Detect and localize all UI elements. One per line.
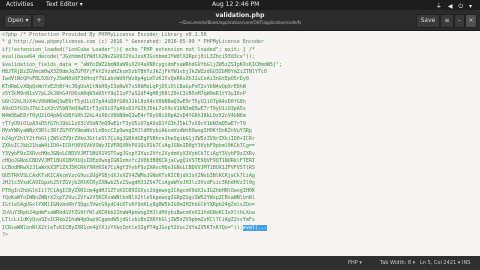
code-line[interactable]: cHQoJGNoLCBDVVJMT1BUX1BPU1QsIDEpOwogIGN1… (2, 158, 282, 165)
code-line[interactable]: ICRsaWNlbnNlX2tleTsKICByZXR1cm4gYXJyYXko… (2, 224, 282, 232)
close-icon[interactable]: × (465, 14, 477, 28)
code-line-text: * @ http://www.phpmylicense.com (c) 2016… (2, 39, 264, 46)
code-line[interactable]: ZnVuY3Rpb24gdmFsaWRhdGVfZG9tYWluKCRkb21h… (2, 210, 282, 217)
app-menu[interactable]: Text Editor ▾ (46, 1, 83, 8)
code-line-text: ?> (2, 231, 9, 238)
cursor-position[interactable]: Ln 5, Col 2421 ▾ (420, 260, 460, 266)
code-line-text: ZXksICJkb21haW4iID0+ICRfU0VSVkVSWyJIVFRQ… (2, 143, 255, 150)
code-text[interactable]: <?php /* Protection Provided By PHPMyLic… (2, 32, 282, 239)
code-line[interactable]: N4mQ6wE8rT0yU2iO4pA6sD8fG0hJ2kL4zX6cV8bN… (2, 113, 282, 120)
code-line-text: N4mQ6wE8rT0yU2iO4pA6sD8fG0hJ2kL4zX6cV8bN… (2, 113, 246, 120)
code-line-text: PT0gInZhbGlkIil7CiAgICByZXR1cm4gdHJ1ZTsK… (2, 187, 255, 194)
code-line[interactable]: G6hJ2kL8zX4cV0bN6mQ3wE9rT5yU1iO7pA4sD0fG… (2, 99, 282, 106)
code-line-text: ZnVuY3Rpb24gdmFsaWRhdGVfZG9tYWluKCRkb21h… (2, 209, 255, 216)
code-line-text: JHJlc3VsdCA9IGpzb25fZGVjb2RlKCRyZXNwb25z… (2, 180, 255, 187)
top-panel: Activities Text Editor ▾ Aug 12 2:46 PM … (0, 0, 480, 10)
save-button[interactable]: Save (416, 14, 440, 28)
selection-highlight[interactable]: eval(... (242, 224, 267, 231)
code-line-text: A9sD3fG5hJ7kL1zX3cV5bN7mQ9wE1rT3yU5iO7pA… (2, 106, 246, 113)
code-line-text: LTlcLi1dKyQvaSIsICRkb21haW4pOwp9CgpmdW5j… (2, 217, 255, 224)
language-selector[interactable]: PHP ▾ (348, 260, 362, 266)
code-line-text: IGtleS4gUGxlYXNlIGNvbnRhY3Qgc3VwcG9ydC4i… (2, 202, 255, 209)
code-line[interactable]: LTlcLi1dKyQvaSIsICRkb21haW4pOwp9CgpmdW5j… (2, 217, 282, 224)
code-line[interactable]: if(!extension_loaded("ionCube Loader")){… (2, 47, 282, 54)
code-line[interactable]: z5Y3cM9nB1xV7pL2kJ8hG4fD6sA0qW3eR5tY9uI1… (2, 91, 282, 98)
code-line[interactable]: IGtleS4gUGxlYXNlIGNvbnRhY3Qgc3VwcG9ydC4i… (2, 202, 282, 209)
code-line[interactable]: * @ http://www.phpmylicense.com (c) 2016… (2, 39, 282, 46)
code-line-text: G6hJ2kL8zX4cV0bN6mQ3wE9rT5yU1iO7pA4sD0fG… (2, 98, 246, 105)
code-line-text: QU5TRkVSLCAxKTsKICAkcmVzcG9uc2UgPSBjdXJs… (2, 172, 255, 179)
code-line-text: if(!extension_loaded("ionCube Loader")){… (2, 46, 255, 53)
code-line[interactable]: A9sD3fG5hJ7kL1zX3cV5bN7mQ9wE1rT3yU5iO7pA… (2, 106, 282, 113)
code-line-text: LCBodHRwX2J1aWxkX3F1ZXJ5KCRkYXRhKSk7CiAg… (2, 165, 255, 172)
code-line[interactable]: <?php /* Protection Provided By PHPMyLic… (2, 32, 282, 39)
file-path: ~/Documents/Blank/application/core/OHT/a… (178, 20, 302, 25)
code-line[interactable]: Y3VybF9zZXRvcHQoJGNoLCBDVVJMT1BUX1VSTCwg… (2, 151, 282, 158)
insert-mode[interactable]: INS (462, 260, 470, 266)
header-bar: Open ▾ + validation.php ~/Documents/Blan… (0, 10, 480, 31)
code-line-text: ICRsaWNlbnNlX2tleTsKICByZXR1cm4gYXJyYXko… (2, 224, 243, 231)
code-line[interactable]: HVxYWRyaWNzX3Rlc3RfZGF0YV9maWxlLnBocCIpO… (2, 128, 282, 135)
code-line-text: KTdRmLvX8pQsWnYzE2hBf4cJ6gUoA1tNkH9yI3eR… (2, 83, 246, 90)
code-line-text: $validation_fields_data = "aWYoIWZ1bmN0a… (2, 61, 282, 68)
text-editor-area[interactable]: <?php /* Protection Provided By PHPMyLic… (0, 31, 480, 256)
code-line-text: fQoKaWYoIWNoZWNrX2xpY2Vuc2Vfa2V5KCRsaWNl… (2, 194, 255, 201)
code-line-text: b24gY2hlY2tfbGljZW5zZV9rZXkoJGtleSl7CiAg… (2, 135, 255, 142)
new-tab-icon[interactable]: + (32, 14, 46, 28)
code-line[interactable]: KTdRmLvX8pQsWnYzE2hBf4cJ6gUoA1tNkH9yI3eR… (2, 84, 282, 91)
code-line-text: H8JTRjBzZGVmcm0wX3Z0dmJqZGF0YjFkY2VzaHZk… (2, 69, 267, 76)
code-line[interactable]: b24gY2hlY2tfbGljZW5zZV9rZXkoJGtleSl7CiAg… (2, 136, 282, 143)
clock[interactable]: Aug 12 2:46 PM (212, 1, 259, 8)
code-line[interactable]: ZXksICJkb21haW4iID0+ICRfU0VSVkVSWyJIVFRQ… (2, 143, 282, 150)
status-bar: PHP ▾ Tab Width: 8 ▾ Ln 5, Col 2421 ▾ IN… (0, 256, 480, 270)
code-line[interactable]: PT0gInZhbGlkIil7CiAgICByZXR1cm4gdHJ1ZTsK… (2, 188, 282, 195)
code-line-text: Y3VybF9zZXRvcHQoJGNoLCBDVVJMT1BUX1VSTCwg… (2, 150, 255, 157)
code-line[interactable]: JHJlc3VsdCA9IGpzb25fZGVjb2RlKCRyZXNwb25z… (2, 180, 282, 187)
activities-button[interactable]: Activities (6, 1, 33, 8)
code-line-text: IwdVlNcQPoFBL5XbYyJ5mN0sRF3kHnqY7ULabcWd… (2, 76, 249, 83)
code-line[interactable]: H8JTRjBzZGVmcm0wX3Z0dmJqZGF0YjFkY2VzaHZk… (2, 69, 282, 76)
code-line-text: rT7yU9iO1pA3sD5fG7hJ9kL1zX3cV5bN7mQ9wE1r… (2, 120, 246, 127)
window-title: validation.php (215, 12, 265, 19)
code-line[interactable]: QU5TRkVSLCAxKTsKICAkcmVzcG9uc2UgPSBjdXJs… (2, 173, 282, 180)
code-line[interactable]: ?> (2, 232, 282, 239)
minimize-icon[interactable]: – (454, 14, 465, 28)
open-button[interactable]: Open ▾ (4, 14, 32, 28)
code-line-text: cHQoJGNoLCBDVVJMT1BUX1BPU1QsIDEpOwogIGN1… (2, 157, 255, 164)
code-line[interactable]: LCBodHRwX2J1aWxkX3F1ZXJ5KCRkYXRhKSk7CiAg… (2, 165, 282, 172)
code-line[interactable]: IwdVlNcQPoFBL5XbYyJ5mN0sRF3kHnqY7ULabcWd… (2, 76, 282, 83)
code-line-text: z5Y3cM9nB1xV7pL2kJ8hG4fD6sA0qW3eR5tY9uI1… (2, 91, 246, 98)
tab-width-selector[interactable]: Tab Width: 8 ▾ (380, 260, 415, 266)
code-line[interactable]: fQoKaWYoIWNoZWNrX2xpY2Vuc2Vfa2V5KCRsaWNl… (2, 195, 282, 202)
code-line-text: <?php /* Protection Provided By PHPMyLic… (2, 32, 207, 38)
code-line-text: HVxYWRyaWNzX3Rlc3RfZGF0YV9maWxlLnBocCIpO… (2, 128, 252, 135)
code-line[interactable]: rT7yU9iO1pA3sD5fG7hJ9kL1zX3cV5bN7mQ9wE1r… (2, 121, 282, 128)
hamburger-menu-icon[interactable]: ≡ (440, 14, 454, 28)
code-line[interactable]: $validation_fields_data = "aWYoIWZ1bmN0a… (2, 62, 282, 69)
code-line-text: eval(base64_decode("JGxhbmd1YWdlX2NvZGU9… (2, 54, 255, 61)
code-line[interactable]: eval(base64_decode("JGxhbmd1YWdlX2NvZGU9… (2, 54, 282, 61)
